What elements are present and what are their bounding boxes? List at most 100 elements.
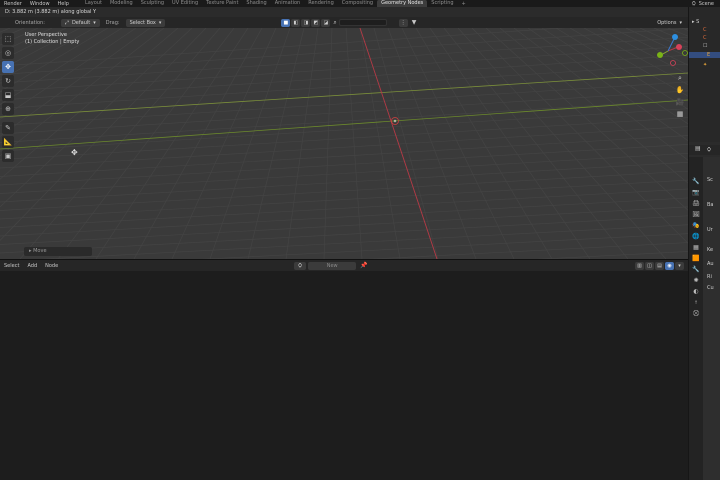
drag-dropdown[interactable]: Select Box ▾ [125, 18, 166, 27]
node-editor-canvas[interactable] [0, 271, 688, 480]
last-operator-panel[interactable]: ▸ Move [24, 247, 92, 256]
last-operator-label: Move [33, 248, 47, 254]
chevron-down-icon[interactable]: ▾ [675, 261, 684, 270]
backdrop-icon[interactable]: ▤ [655, 261, 664, 270]
rotate-tool-icon[interactable]: ↻ [2, 75, 14, 87]
zoom-icon[interactable]: ⌕ [675, 73, 685, 83]
workspace-tab-sculpting[interactable]: Sculpting [137, 0, 168, 7]
add-cube-tool-icon[interactable]: ▣ [2, 150, 14, 162]
outliner-row[interactable]: ▸ S [689, 19, 720, 25]
workspace-tab-rendering[interactable]: Rendering [304, 0, 338, 7]
filter-icon[interactable]: ▼ [412, 19, 417, 26]
cursor-tool-icon[interactable]: ◎ [2, 47, 14, 59]
pan-hand-icon[interactable]: ✋ [675, 85, 685, 95]
drag-label: Drag: [105, 19, 120, 26]
properties-tabs: 🔧 📷 🖨 🖼 🎭 🌐 ▦ 🟧 🔧 ✺ ◐ ⟊ ⛒ [689, 157, 703, 480]
properties-row[interactable]: Sc [707, 177, 713, 183]
world-tab-icon[interactable]: 🌐 [692, 232, 701, 241]
properties-editor-icon[interactable]: ▤ [695, 145, 701, 152]
outliner-row[interactable]: C [689, 35, 720, 41]
workspace-tab-uv-editing[interactable]: UV Editing [168, 0, 202, 7]
top-menu-bar: Render Window Help Layout Modeling Sculp… [0, 0, 720, 7]
overlay-icon[interactable]: ▥ [635, 261, 644, 270]
transform-tool-icon[interactable]: ⊕ [2, 103, 14, 115]
properties-row[interactable]: Ur [707, 227, 713, 233]
orientation-dropdown[interactable]: ⤢ Default ▾ [60, 18, 100, 27]
outliner-row[interactable]: ✦ [689, 62, 720, 68]
scene-tab-icon[interactable]: 🎭 [692, 221, 701, 230]
scale-tool-icon[interactable]: ⬓ [2, 89, 14, 101]
physics-tab-icon[interactable]: ◐ [692, 287, 701, 296]
measure-tool-icon[interactable]: 📐 [2, 136, 14, 148]
node-menu-node[interactable]: Node [41, 263, 62, 269]
tool-tab-icon[interactable]: 🔧 [692, 177, 701, 186]
search-icon: ⌕ [333, 18, 337, 26]
node-menu-add[interactable]: Add [23, 263, 41, 269]
transform-pivot-icon[interactable]: ⋮ [398, 18, 408, 27]
properties-row[interactable]: Ba [707, 202, 714, 208]
move-tool-icon[interactable]: ✥ [2, 61, 14, 73]
transform-status-text: D: 3.882 m (3.882 m) along global Y [0, 7, 690, 17]
workspace-tab-modeling[interactable]: Modeling [106, 0, 137, 7]
object-tab-icon[interactable]: 🟧 [692, 254, 701, 263]
workspace-tab-texture-paint[interactable]: Texture Paint [202, 0, 242, 7]
outliner-row[interactable]: C [689, 27, 720, 33]
gizmo-z-handle [672, 34, 678, 40]
tool-shelf: ⬚ ◎ ✥ ↻ ⬓ ⊕ ✎ 📐 ▣ [2, 33, 15, 162]
properties-panel[interactable]: ⛭ Sc Ba Ur Ke Au Ri Cu [703, 147, 720, 480]
menu-render[interactable]: Render [0, 1, 26, 7]
viewport-grid [0, 28, 688, 259]
grid-view-icon[interactable]: ▦ [675, 109, 685, 119]
workspace-tab-compositing[interactable]: Compositing [338, 0, 377, 7]
viewport-header: Orientation: ⤢ Default ▾ Drag: Select Bo… [0, 17, 688, 28]
select-box-tool-icon[interactable]: ⬚ [2, 33, 14, 45]
3d-viewport[interactable]: User Perspective (1) Collection | Empty … [0, 28, 688, 259]
outliner-row[interactable]: ☐ [689, 43, 720, 49]
new-node-tree-button[interactable]: New [308, 261, 357, 270]
constraints-tab-icon[interactable]: ⟊ [692, 298, 701, 307]
modifier-tab-icon[interactable]: 🔧 [692, 265, 701, 274]
x-axis-line [0, 72, 688, 118]
properties-icon: ⛭ [707, 147, 712, 153]
particles-tab-icon[interactable]: ✺ [692, 276, 701, 285]
add-workspace-button[interactable]: + [458, 1, 470, 7]
select-subtract-icon[interactable]: ◨ [301, 18, 311, 27]
scene-name: Scene [698, 0, 714, 7]
workspace-tab-scripting[interactable]: Scripting [427, 0, 457, 7]
data-tab-icon[interactable]: ⛒ [692, 309, 701, 318]
select-invert-icon[interactable]: ◩ [311, 18, 321, 27]
render-tab-icon[interactable]: 📷 [692, 188, 701, 197]
properties-row[interactable]: Ke [707, 247, 713, 253]
menu-window[interactable]: Window [26, 1, 54, 7]
options-dropdown[interactable]: Options ▾ [653, 19, 686, 27]
options-label: Options [657, 19, 677, 26]
properties-row[interactable]: Au [707, 261, 714, 267]
collection-tab-icon[interactable]: ▦ [692, 243, 701, 252]
annotate-tool-icon[interactable]: ✎ [2, 122, 14, 134]
node-tree-type-icon[interactable]: ⛭ [294, 261, 307, 270]
select-new-icon[interactable]: ■ [281, 18, 291, 27]
node-menu-select[interactable]: Select [0, 263, 23, 269]
properties-row[interactable]: Cu [707, 285, 714, 291]
properties-row[interactable]: Ri [707, 274, 712, 280]
chevron-down-icon: ▾ [93, 19, 96, 26]
snap-icon[interactable]: ◫ [645, 261, 654, 270]
scene-selector[interactable]: ⛭ Scene [692, 0, 720, 7]
viewer-icon[interactable]: ◉ [665, 261, 674, 270]
pin-icon[interactable]: 📌 [360, 262, 367, 269]
select-extend-icon[interactable]: ◧ [291, 18, 301, 27]
workspace-tab-animation[interactable]: Animation [271, 0, 305, 7]
select-intersect-icon[interactable]: ◪ [321, 18, 331, 27]
workspace-tab-layout[interactable]: Layout [81, 0, 106, 7]
workspace-tab-shading[interactable]: Shading [242, 0, 270, 7]
navigation-gizmo[interactable]: ⌕ ✋ 🎥 ▦ [648, 33, 688, 128]
outliner-row-selected[interactable]: E [689, 52, 720, 58]
camera-icon[interactable]: 🎥 [675, 97, 685, 107]
search-input[interactable] [338, 19, 387, 26]
workspace-tab-geometry-nodes[interactable]: Geometry Nodes [377, 0, 428, 7]
view-layer-tab-icon[interactable]: 🖼 [692, 210, 701, 219]
chevron-down-icon: ▾ [679, 19, 682, 26]
outliner[interactable]: ▸ S C C ☐ E ✦ [689, 7, 720, 142]
menu-help[interactable]: Help [54, 1, 73, 7]
output-tab-icon[interactable]: 🖨 [692, 199, 701, 208]
